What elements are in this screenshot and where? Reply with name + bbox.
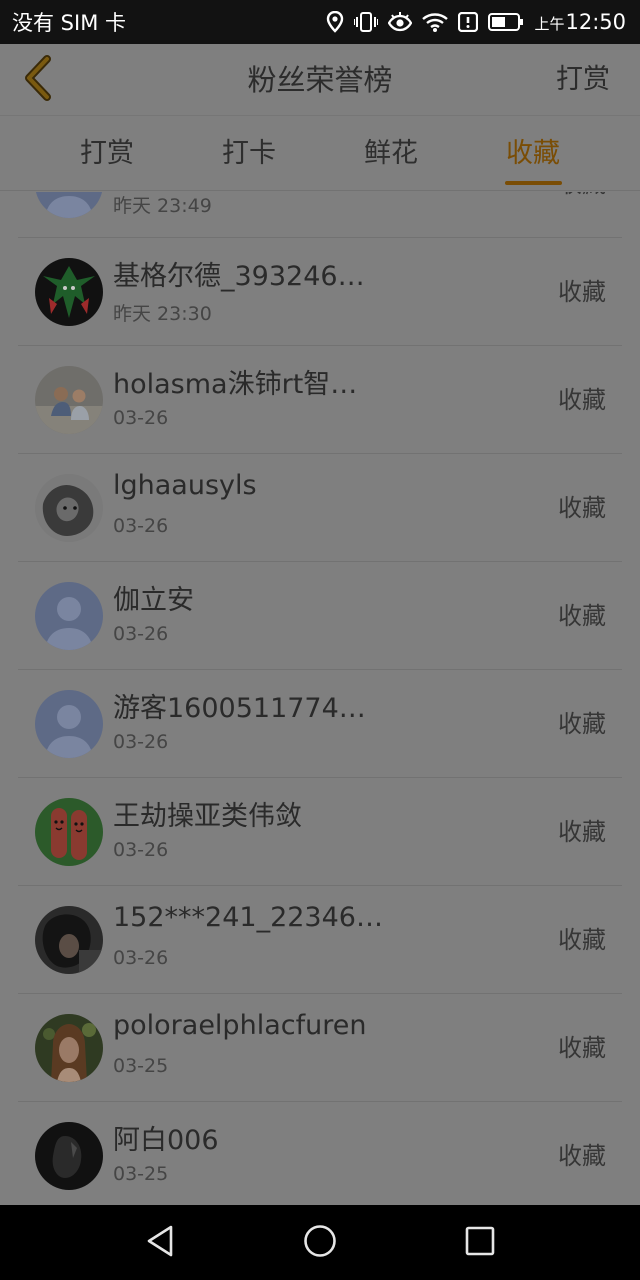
user-name: holasma洙铈rt智… <box>113 369 358 400</box>
list-item[interactable]: 152***241_22346… 03-26 收藏 <box>18 886 622 994</box>
favorite-label: 收藏 <box>558 1142 606 1170</box>
timestamp: 03-26 <box>113 623 169 645</box>
home-circle-icon <box>303 1224 337 1262</box>
tab-bar: 打赏 打卡 鲜花 收藏 <box>0 117 640 191</box>
recents-square-icon <box>465 1226 495 1260</box>
tab-reward[interactable]: 打赏 <box>47 117 167 191</box>
list-item[interactable]: lghaausyls 03-26 收藏 <box>18 454 622 562</box>
favorite-label: 收藏 <box>558 710 606 738</box>
user-name: 152***241_22346… <box>113 902 383 933</box>
status-icons: 上午12:50 <box>326 10 626 34</box>
tab-checkin[interactable]: 打卡 <box>189 117 309 191</box>
lion-avatar[interactable] <box>35 474 103 542</box>
timestamp: 03-25 <box>113 1163 169 1185</box>
timestamp: 昨天 23:49 <box>113 195 212 217</box>
vibrate-icon <box>354 11 379 33</box>
timestamp: 03-26 <box>113 731 169 753</box>
timestamp: 昨天 23:30 <box>113 303 212 325</box>
chevron-left-icon <box>21 55 55 105</box>
favorite-label: 收藏 <box>558 494 606 522</box>
system-nav-bar <box>0 1205 640 1280</box>
list-item[interactable]: poloraelphlacfuren 03-25 收藏 <box>18 994 622 1102</box>
favorite-label: 收藏 <box>558 818 606 846</box>
dragon-avatar[interactable] <box>35 258 103 326</box>
dark-avatar[interactable] <box>35 1122 103 1190</box>
reward-header-button[interactable]: 打赏 <box>556 44 610 116</box>
wifi-icon <box>422 12 449 32</box>
user-name: 王劫操亚类伟敛 <box>113 801 302 832</box>
favorite-label: 收藏 <box>558 386 606 414</box>
timestamp: 03-26 <box>113 947 169 969</box>
default-avatar[interactable] <box>35 192 103 218</box>
favorite-label: 收藏 <box>558 1034 606 1062</box>
battery-icon <box>488 12 524 32</box>
list-item[interactable]: 基格尔德_393246… 昨天 23:30 收藏 <box>18 238 622 346</box>
active-tab-indicator <box>505 181 562 185</box>
nav-recents-button[interactable] <box>440 1205 520 1280</box>
favorite-label: 收藏 <box>558 192 606 238</box>
user-name: lghaausyls <box>113 470 257 501</box>
clock-time: 12:50 <box>565 10 626 34</box>
page-title: 粉丝荣誉榜 <box>247 63 393 97</box>
eye-icon <box>388 12 413 32</box>
tab-favorites[interactable]: 收藏 <box>473 117 593 191</box>
timestamp: 03-26 <box>113 839 169 861</box>
list-item[interactable]: 伽立安 03-26 收藏 <box>18 562 622 670</box>
girl-photo-avatar[interactable] <box>35 1014 103 1082</box>
user-name: 游客1600511774… <box>113 693 366 724</box>
timestamp: 03-25 <box>113 1055 169 1077</box>
status-bar: 没有 SIM 卡 上午12:50 <box>0 0 640 44</box>
nav-home-button[interactable] <box>280 1205 360 1280</box>
favorite-label: 收藏 <box>558 602 606 630</box>
favorite-label: 收藏 <box>558 278 606 306</box>
favorite-label: 收藏 <box>558 926 606 954</box>
fan-list[interactable]: 游客1600382290…昨天 23:49收藏基格尔德_393246…昨天 23… <box>0 192 640 1205</box>
app-bar: 粉丝荣誉榜 打赏 <box>0 44 640 116</box>
user-name: poloraelphlacfuren <box>113 1010 367 1041</box>
back-triangle-icon <box>145 1225 175 1261</box>
default-avatar[interactable] <box>35 582 103 650</box>
couple-avatar[interactable] <box>35 366 103 434</box>
list-item[interactable]: 游客1600382290…昨天 23:49收藏 <box>18 192 622 238</box>
girl-dark-avatar[interactable] <box>35 906 103 974</box>
tab-flowers[interactable]: 鲜花 <box>331 117 451 191</box>
list-item[interactable]: 游客1600511774… 03-26 收藏 <box>18 670 622 778</box>
list-item[interactable]: 阿白006 03-25 收藏 <box>18 1102 622 1205</box>
user-name: 基格尔德_393246… <box>113 261 365 292</box>
timestamp: 03-26 <box>113 407 169 429</box>
user-name: 阿白006 <box>113 1125 219 1156</box>
carrier-label: 没有 SIM 卡 <box>12 11 126 35</box>
user-name: 伽立安 <box>113 585 194 616</box>
alert-icon <box>458 12 479 32</box>
timestamp: 03-26 <box>113 515 169 537</box>
default-avatar[interactable] <box>35 690 103 758</box>
location-icon <box>326 11 344 33</box>
nav-back-button[interactable] <box>120 1205 200 1280</box>
fingers-avatar[interactable] <box>35 798 103 866</box>
ampm-label: 上午 <box>534 15 565 33</box>
back-button[interactable] <box>14 55 62 105</box>
list-item[interactable]: holasma洙铈rt智… 03-26 收藏 <box>18 346 622 454</box>
list-item[interactable]: 王劫操亚类伟敛 03-26 收藏 <box>18 778 622 886</box>
